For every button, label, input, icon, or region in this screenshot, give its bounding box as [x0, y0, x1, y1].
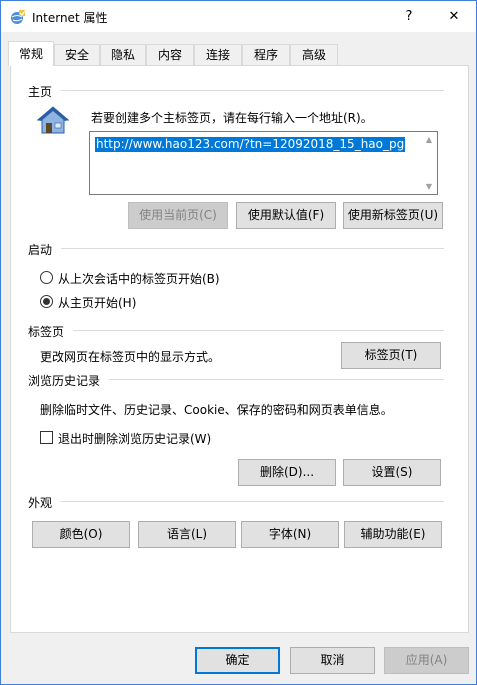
- delete-on-exit-checkbox[interactable]: [40, 431, 53, 444]
- use-new-tab-button[interactable]: 使用新标签页(U): [343, 202, 443, 229]
- accessibility-button[interactable]: 辅助功能(E): [344, 521, 442, 548]
- scroll-up-icon[interactable]: ▲: [423, 135, 435, 144]
- delete-on-exit-label[interactable]: 退出时删除浏览历史记录(W): [58, 430, 211, 447]
- history-divider: [109, 379, 444, 380]
- tabs-settings-button[interactable]: 标签页(T): [341, 342, 441, 369]
- homepage-url-textarea[interactable]: http://www.hao123.com/?tn=12092018_15_ha…: [89, 131, 438, 195]
- use-current-button[interactable]: 使用当前页(C): [128, 202, 228, 229]
- tab-general[interactable]: 常规: [8, 41, 54, 66]
- window-title: Internet 属性: [32, 11, 108, 25]
- tab-advanced[interactable]: 高级: [290, 44, 338, 65]
- title-bar[interactable]: Internet 属性 ? ✕: [1, 1, 476, 32]
- house-icon: [36, 106, 70, 134]
- homepage-divider: [61, 90, 444, 91]
- delete-history-button[interactable]: 删除(D)...: [238, 459, 336, 486]
- apply-button[interactable]: 应用(A): [384, 647, 469, 674]
- close-button[interactable]: ✕: [434, 1, 474, 32]
- tabs-section-label: 标签页: [28, 325, 65, 339]
- use-default-button[interactable]: 使用默认值(F): [236, 202, 336, 229]
- languages-button[interactable]: 语言(L): [138, 521, 236, 548]
- internet-options-window: Internet 属性 ? ✕ 常规 安全 隐私 内容 连接 程序 高级 主页 …: [0, 0, 477, 685]
- tab-content[interactable]: 内容: [146, 44, 194, 65]
- homepage-instruction: 若要创建多个主标签页，请在每行输入一个地址(R)。: [91, 111, 373, 125]
- ok-button[interactable]: 确定: [195, 647, 280, 674]
- fonts-button[interactable]: 字体(N): [241, 521, 339, 548]
- appearance-section-label: 外观: [28, 496, 53, 510]
- radio-last-session[interactable]: [40, 271, 53, 284]
- startup-section-label: 启动: [28, 243, 53, 257]
- colors-button[interactable]: 颜色(O): [32, 521, 130, 548]
- homepage-url-value: http://www.hao123.com/?tn=12092018_15_ha…: [95, 137, 406, 152]
- tab-connections[interactable]: 连接: [194, 44, 242, 65]
- radio-last-session-label[interactable]: 从上次会话中的标签页开始(B): [58, 270, 220, 287]
- tab-privacy[interactable]: 隐私: [100, 44, 146, 65]
- homepage-section-label: 主页: [28, 85, 53, 99]
- tab-security[interactable]: 安全: [54, 44, 100, 65]
- startup-divider: [61, 248, 444, 249]
- radio-home-page-label[interactable]: 从主页开始(H): [58, 294, 136, 311]
- help-button[interactable]: ?: [389, 1, 429, 32]
- tabs-divider: [73, 330, 444, 331]
- appearance-divider: [61, 501, 444, 502]
- history-settings-button[interactable]: 设置(S): [343, 459, 441, 486]
- radio-home-page[interactable]: [40, 295, 53, 308]
- tabs-description: 更改网页在标签页中的显示方式。: [40, 350, 221, 364]
- history-description: 删除临时文件、历史记录、Cookie、保存的密码和网页表单信息。: [40, 403, 393, 417]
- scroll-down-icon[interactable]: ▼: [423, 182, 435, 191]
- internet-globe-icon: [11, 10, 26, 24]
- tab-programs[interactable]: 程序: [242, 44, 290, 65]
- history-section-label: 浏览历史记录: [28, 374, 101, 388]
- cancel-button[interactable]: 取消: [290, 647, 375, 674]
